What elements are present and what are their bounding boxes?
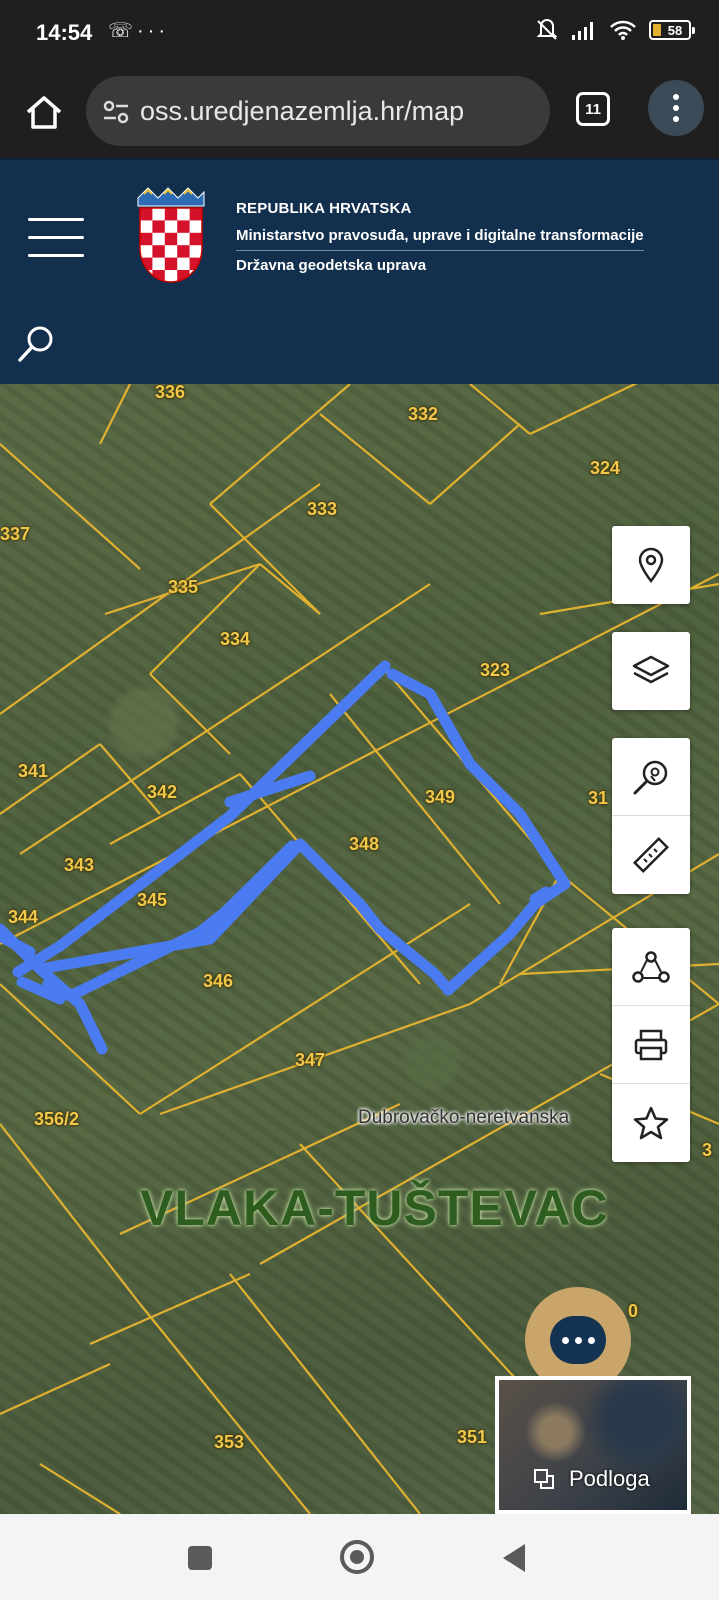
star-icon [633, 1106, 669, 1140]
basemap-label-row: Podloga [533, 1466, 650, 1492]
navigation-bar [0, 1514, 719, 1600]
parcel-label[interactable]: 334 [220, 629, 250, 650]
layers-tool-group [612, 632, 690, 710]
parcel-label[interactable]: 346 [203, 971, 233, 992]
parcel-label[interactable]: 336 [155, 384, 185, 403]
parcel-label[interactable]: 0 [628, 1301, 638, 1322]
site-header: REPUBLIKA HRVATSKA Ministarstvo pravosuđ… [0, 158, 719, 384]
parcel-label[interactable]: 345 [137, 890, 167, 911]
parcel-label[interactable]: 347 [295, 1050, 325, 1071]
address-bar[interactable]: oss.uredjenazemlja.hr/map [86, 76, 550, 146]
site-settings-icon[interactable] [102, 98, 130, 126]
status-right: 58 [535, 18, 695, 42]
search-location-button[interactable] [612, 738, 690, 816]
missed-call-icon: ☏ [108, 20, 138, 42]
share-nodes-icon [632, 950, 670, 983]
parcel-label[interactable]: 349 [425, 787, 455, 808]
back-button[interactable] [503, 1544, 525, 1572]
croatian-coat-of-arms-logo [137, 187, 205, 283]
parcel-label[interactable]: 353 [214, 1432, 244, 1453]
parcel-label[interactable]: 337 [0, 524, 30, 545]
parcel-label[interactable]: 335 [168, 577, 198, 598]
print-icon [634, 1029, 668, 1060]
wifi-icon [610, 20, 636, 40]
parcel-label[interactable]: 31 [588, 788, 608, 809]
actions-tool-group [612, 928, 690, 1162]
parcel-label[interactable]: 351 [457, 1427, 487, 1448]
ruler-icon [632, 836, 670, 874]
ministry-name: Ministarstvo pravosuđa, uprave i digital… [236, 227, 644, 251]
favorite-button[interactable] [612, 1084, 690, 1162]
location-button[interactable] [612, 526, 690, 604]
recent-apps-button[interactable] [188, 1546, 212, 1570]
parcel-label[interactable]: 356/2 [34, 1109, 79, 1130]
chat-bubble-icon [550, 1316, 606, 1364]
tab-switcher-button[interactable]: 11 [576, 92, 610, 126]
parcel-label[interactable]: 344 [8, 907, 38, 928]
parcel-label[interactable]: 343 [64, 855, 94, 876]
parcel-label[interactable]: 333 [307, 499, 337, 520]
parcel-label[interactable]: 348 [349, 834, 379, 855]
share-button[interactable] [612, 928, 690, 1006]
browser-toolbar: oss.uredjenazemlja.hr/map 11 [0, 70, 719, 158]
hamburger-menu-icon[interactable] [28, 218, 84, 258]
url-text[interactable]: oss.uredjenazemlja.hr/map [140, 96, 464, 127]
location-tool-group [612, 526, 690, 604]
clock: 14:54 [36, 20, 93, 45]
basemap-label: Podloga [569, 1466, 650, 1491]
basemap-switch-icon [534, 1469, 554, 1489]
signal-icon [572, 22, 593, 40]
parcel-label[interactable]: 323 [480, 660, 510, 681]
location-pin-icon [638, 547, 664, 583]
agency-name[interactable]: Državna geodetska uprava [236, 257, 644, 274]
battery-icon: 58 [649, 20, 695, 40]
battery-level: 58 [667, 22, 683, 38]
layers-button[interactable] [612, 632, 690, 710]
region-label: Dubrovačko-neretvanska [358, 1107, 570, 1128]
status-bar: 14:54 ☏··· 58 [0, 0, 719, 70]
browser-menu-button[interactable] [648, 80, 704, 136]
more-dots-icon: ··· [137, 20, 169, 42]
print-button[interactable] [612, 1006, 690, 1084]
parcel-label[interactable]: 324 [590, 458, 620, 479]
map-view[interactable]: 336 332 324 337 333 335 334 323 341 342 … [0, 384, 719, 1514]
search-measure-tool-group [612, 738, 690, 894]
mute-icon [536, 19, 558, 40]
place-name-label: VLAKA-TUŠTEVAC [140, 1180, 609, 1236]
republic-name: REPUBLIKA HRVATSKA [236, 200, 412, 217]
parcel-label[interactable]: 3 [702, 1140, 712, 1161]
parcel-label[interactable]: 341 [18, 761, 48, 782]
government-title: REPUBLIKA HRVATSKA Ministarstvo pravosuđ… [236, 200, 644, 274]
notification-icons: ☏··· [108, 18, 169, 43]
search-location-icon [633, 760, 668, 794]
layers-icon [632, 655, 670, 684]
home-icon[interactable] [22, 90, 66, 134]
measure-button[interactable] [612, 816, 690, 894]
basemap-switcher[interactable]: Podloga [495, 1376, 691, 1514]
parcel-label[interactable]: 342 [147, 782, 177, 803]
parcel-label[interactable]: 332 [408, 404, 438, 425]
search-icon[interactable] [16, 324, 56, 364]
home-button[interactable] [340, 1540, 374, 1574]
